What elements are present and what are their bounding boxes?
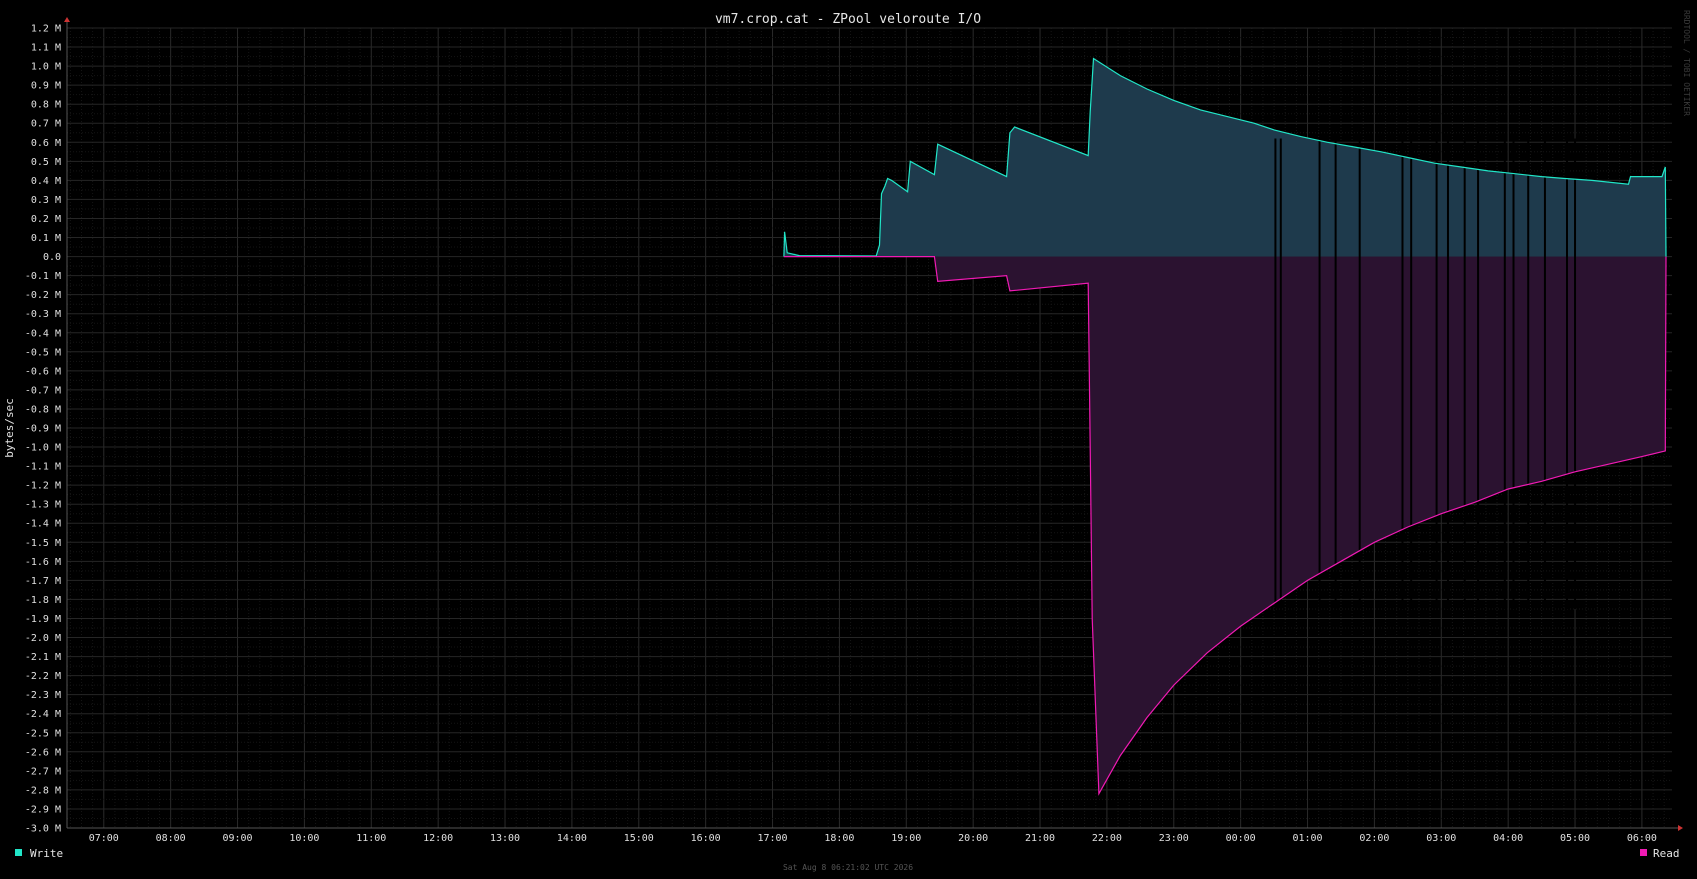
x-tick-label: 18:00 — [824, 833, 854, 844]
y-tick-label: -0.2 M — [25, 290, 61, 301]
x-tick-label: 04:00 — [1493, 833, 1523, 844]
y-tick-label: 0.9 M — [31, 81, 61, 92]
x-tick-label: 22:00 — [1092, 833, 1122, 844]
y-tick-label: -0.3 M — [25, 309, 61, 320]
legend-label-write: Write — [30, 847, 63, 860]
y-tick-label: 0.6 M — [31, 138, 61, 149]
legend-swatch-write — [15, 849, 22, 856]
x-tick-label: 21:00 — [1025, 833, 1055, 844]
footer-timestamp: Sat Aug 8 06:21:02 UTC 2026 — [783, 863, 913, 872]
y-tick-label: -1.0 M — [25, 443, 61, 454]
x-tick-label: 13:00 — [490, 833, 520, 844]
y-tick-label: -1.8 M — [25, 595, 61, 606]
y-tick-label: -2.1 M — [25, 652, 61, 663]
x-tick-label: 07:00 — [89, 833, 119, 844]
x-tick-label: 11:00 — [356, 833, 386, 844]
y-tick-label: -2.9 M — [25, 804, 61, 815]
y-tick-label: -1.4 M — [25, 519, 61, 530]
y-tick-label: 1.2 M — [31, 24, 61, 35]
y-tick-label: 0.8 M — [31, 100, 61, 111]
x-tick-label: 02:00 — [1359, 833, 1389, 844]
y-axis-label: bytes/sec — [3, 398, 16, 458]
y-tick-label: -1.9 M — [25, 614, 61, 625]
x-tick-label: 23:00 — [1159, 833, 1189, 844]
y-tick-label: -1.5 M — [25, 538, 61, 549]
y-tick-label: -0.5 M — [25, 347, 61, 358]
y-tick-label: -1.6 M — [25, 557, 61, 568]
y-tick-label: -1.1 M — [25, 462, 61, 473]
y-tick-label: 0.7 M — [31, 119, 61, 130]
x-tick-label: 19:00 — [891, 833, 921, 844]
y-tick-label: 0.2 M — [31, 214, 61, 225]
y-tick-label: 0.5 M — [31, 157, 61, 168]
x-tick-label: 05:00 — [1560, 833, 1590, 844]
x-tick-label: 10:00 — [289, 833, 319, 844]
legend-label-read: Read — [1653, 847, 1680, 860]
x-tick-label: 08:00 — [156, 833, 186, 844]
y-tick-label: -2.8 M — [25, 785, 61, 796]
watermark: RRDTOOL / TOBI OETIKER — [1682, 10, 1691, 116]
x-tick-label: 20:00 — [958, 833, 988, 844]
y-tick-label: -1.2 M — [25, 481, 61, 492]
y-tick-label: -2.0 M — [25, 633, 61, 644]
chart-title: vm7.crop.cat - ZPool veloroute I/O — [715, 12, 981, 27]
y-tick-label: -2.2 M — [25, 671, 61, 682]
y-tick-label: -2.3 M — [25, 690, 61, 701]
x-tick-label: 17:00 — [757, 833, 787, 844]
y-tick-label: -0.1 M — [25, 271, 61, 282]
y-tick-label: -0.7 M — [25, 385, 61, 396]
y-tick-label: -2.5 M — [25, 728, 61, 739]
y-tick-label: -1.3 M — [25, 500, 61, 511]
y-tick-label: -2.4 M — [25, 709, 61, 720]
y-tick-label: 1.0 M — [31, 62, 61, 73]
y-tick-label: 0.3 M — [31, 195, 61, 206]
legend-swatch-read — [1640, 849, 1647, 856]
x-tick-label: 03:00 — [1426, 833, 1456, 844]
chart: 1.2 M 1.1 M 1.0 M 0.9 M 0.8 M 0.7 M 0.6 M 0.5 M… — [0, 0, 1697, 879]
y-tick-label: -0.8 M — [25, 404, 61, 415]
y-tick-label: 0.1 M — [31, 233, 61, 244]
y-tick-label: -0.9 M — [25, 424, 61, 435]
x-tick-label: 01:00 — [1292, 833, 1322, 844]
x-tick-label: 15:00 — [624, 833, 654, 844]
y-tick-label: 0.0 — [43, 252, 61, 263]
y-tick-label: 0.4 M — [31, 176, 61, 187]
y-tick-label: -2.6 M — [25, 747, 61, 758]
x-tick-label: 14:00 — [557, 833, 587, 844]
x-tick-label: 12:00 — [423, 833, 453, 844]
x-tick-label: 06:00 — [1627, 833, 1657, 844]
y-tick-label: -2.7 M — [25, 766, 61, 777]
y-tick-label: -0.6 M — [25, 366, 61, 377]
x-tick-label: 00:00 — [1226, 833, 1256, 844]
y-tick-label: -3.0 M — [25, 824, 61, 835]
y-axis-ticks: 1.2 M 1.1 M 1.0 M 0.9 M 0.8 M 0.7 M 0.6 M 0.5 M… — [25, 24, 61, 835]
y-tick-label: 1.1 M — [31, 43, 61, 54]
y-tick-label: -1.7 M — [25, 576, 61, 587]
x-tick-label: 09:00 — [222, 833, 252, 844]
x-tick-label: 16:00 — [691, 833, 721, 844]
y-tick-label: -0.4 M — [25, 328, 61, 339]
